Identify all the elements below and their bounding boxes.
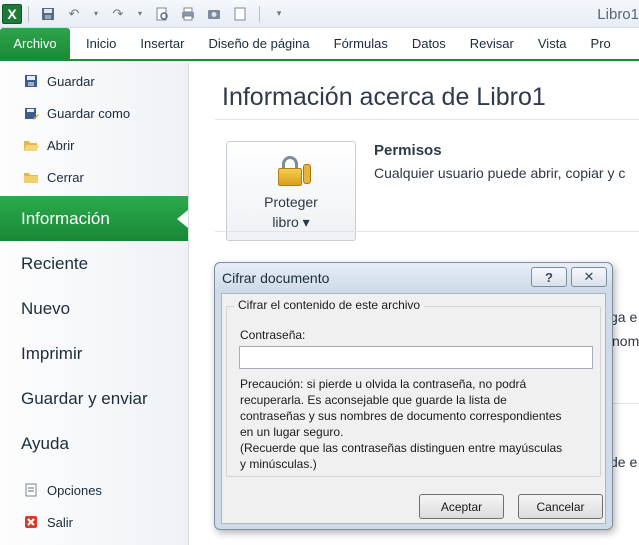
sidebar-item-nuevo[interactable]: Nuevo — [0, 286, 188, 331]
save-icon — [22, 72, 40, 90]
dialog-body: Cifrar el contenido de este archivo Cont… — [221, 293, 606, 524]
close-button[interactable]: ✕ — [571, 267, 607, 287]
sidebar-item-guardar-como[interactable]: Guardar como — [0, 97, 188, 129]
sidebar-item-label: Cerrar — [47, 169, 84, 185]
tab-inicio[interactable]: Inicio — [74, 28, 128, 59]
warning-line: y minúsculas.) — [240, 457, 317, 471]
sidebar-item-opciones[interactable]: Opciones — [0, 474, 188, 506]
protect-workbook-button[interactable]: Proteger libro ▾ — [226, 141, 356, 241]
save-as-icon — [22, 104, 40, 122]
tab-insertar[interactable]: Insertar — [128, 28, 196, 59]
tab-programador[interactable]: Pro — [579, 28, 623, 59]
password-label: Contraseña: — [240, 328, 306, 342]
tab-datos[interactable]: Datos — [400, 28, 458, 59]
print-icon[interactable] — [180, 6, 196, 22]
excel-logo-icon[interactable]: X — [2, 3, 22, 24]
options-icon — [22, 481, 40, 499]
exit-icon — [22, 513, 40, 531]
sidebar-item-imprimir[interactable]: Imprimir — [0, 331, 188, 376]
ok-button[interactable]: Aceptar — [419, 494, 504, 519]
password-field[interactable] — [239, 346, 593, 369]
save-icon[interactable] — [40, 6, 56, 22]
open-folder-icon — [22, 136, 40, 154]
page-title: Información acerca de Libro1 — [222, 83, 546, 111]
tab-revisar[interactable]: Revisar — [458, 28, 526, 59]
dialog-title: Cifrar documento — [222, 270, 330, 286]
warning-line: recuperarla. Es aconsejable que guarde l… — [240, 393, 507, 407]
backstage-sidebar: Guardar Guardar como Abrir Cerrar Inform… — [0, 63, 189, 545]
tab-formulas[interactable]: Fórmulas — [322, 28, 400, 59]
help-button[interactable]: ? — [531, 267, 567, 287]
sidebar-item-informacion[interactable]: Información — [0, 196, 188, 241]
warning-line: (Recuerde que las contraseñas distinguen… — [240, 441, 563, 455]
permissions-text: Cualquier usuario puede abrir, copiar y … — [374, 165, 626, 181]
hidden-text-fragment: de e — [610, 454, 638, 470]
warning-line: contraseñas y sus nombres de documento c… — [240, 409, 562, 423]
dropdown-icon[interactable]: ▾ — [136, 6, 144, 22]
excel-backstage-window: X ↶ ▾ ↷ ▾ ▾ Libro1 Archivo Inicio Insert… — [0, 0, 639, 545]
cancel-button[interactable]: Cancelar — [518, 494, 603, 519]
sidebar-item-label: Opciones — [47, 482, 102, 498]
undo-icon[interactable]: ↶ — [66, 6, 82, 22]
sidebar-item-cerrar[interactable]: Cerrar — [0, 161, 188, 193]
encrypt-group: Cifrar el contenido de este archivo Cont… — [226, 298, 601, 477]
hidden-text-fragment: ga e — [610, 309, 638, 325]
sidebar-item-label: Abrir — [47, 137, 75, 153]
sidebar-item-guardar-enviar[interactable]: Guardar y enviar — [0, 376, 188, 421]
dialog-titlebar[interactable]: Cifrar documento ? ✕ — [215, 263, 612, 293]
camera-icon[interactable] — [206, 6, 222, 22]
close-folder-icon — [22, 168, 40, 186]
tab-archivo[interactable]: Archivo — [0, 28, 70, 59]
sidebar-item-reciente[interactable]: Reciente — [0, 241, 188, 286]
lock-icon — [275, 156, 311, 188]
encrypt-document-dialog: Cifrar documento ? ✕ Cifrar el contenido… — [214, 262, 613, 530]
protect-label-line2: libro ▾ — [272, 214, 310, 230]
print-preview-icon[interactable] — [154, 6, 170, 22]
tab-diseno-pagina[interactable]: Diseño de página — [196, 28, 321, 59]
customize-toolbar-icon[interactable]: ▾ — [271, 6, 287, 22]
sidebar-item-ayuda[interactable]: Ayuda — [0, 421, 188, 466]
sidebar-item-label: Guardar como — [47, 105, 131, 121]
window-title: Libro1 — [597, 6, 639, 23]
warning-line: en un lugar seguro. — [240, 425, 344, 439]
sidebar-item-label: Salir — [47, 514, 74, 530]
sidebar-item-abrir[interactable]: Abrir — [0, 129, 188, 161]
quick-access-toolbar: X ↶ ▾ ↷ ▾ ▾ Libro1 — [0, 0, 639, 28]
ribbon-tabs: Archivo Inicio Insertar Diseño de página… — [0, 28, 639, 61]
group-label: Cifrar el contenido de este archivo — [234, 298, 425, 312]
tab-vista[interactable]: Vista — [526, 28, 579, 59]
warning-line: Precaución: si pierde u olvida la contra… — [240, 377, 527, 391]
sidebar-item-guardar[interactable]: Guardar — [0, 65, 188, 97]
toolbar-separator — [259, 5, 260, 22]
divider — [215, 119, 639, 120]
dropdown-icon[interactable]: ▾ — [92, 6, 100, 22]
permissions-title: Permisos — [374, 142, 442, 159]
hidden-text-fragment: nom — [612, 333, 639, 349]
sidebar-item-salir[interactable]: Salir — [0, 506, 188, 538]
toolbar-separator — [28, 5, 29, 22]
warning-text: Precaución: si pierde u olvida la contra… — [240, 376, 595, 472]
divider — [215, 231, 639, 232]
protect-label-line1: Proteger — [264, 194, 318, 210]
redo-icon[interactable]: ↷ — [110, 6, 126, 22]
sidebar-item-label: Guardar — [47, 73, 95, 89]
new-doc-icon[interactable] — [232, 6, 248, 22]
